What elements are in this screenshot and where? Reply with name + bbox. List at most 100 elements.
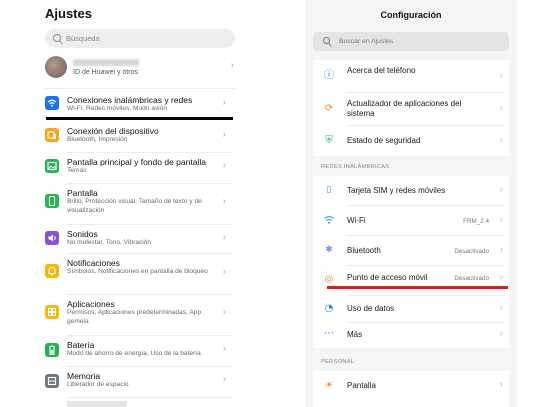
- section-header-personal: PERSONAL: [321, 359, 355, 365]
- settings-item-label: Más: [347, 330, 363, 339]
- settings-item-label: Conexión del dispositivo: [67, 126, 159, 136]
- settings-item-wifi[interactable]: Wi-Fi FRM_2.4 ›: [313, 206, 509, 234]
- search-placeholder: Buscar en Ajustes: [339, 37, 394, 45]
- divider: [45, 88, 235, 89]
- chevron-right-icon: ›: [222, 374, 226, 385]
- wifi-icon: [45, 96, 59, 110]
- settings-item-sub: No molestar, Tono, Vibración: [67, 239, 152, 246]
- search-placeholder: Búsqueda: [66, 34, 100, 43]
- chevron-right-icon: ›: [499, 135, 503, 146]
- settings-item-label: Pantalla: [67, 188, 98, 198]
- settings-item-label: Tarjeta SIM y redes móviles: [347, 186, 446, 195]
- settings-item-hotspot[interactable]: ◎ Punto de acceso móvil Desactivado ›: [313, 266, 509, 294]
- chevron-right-icon: ›: [499, 328, 503, 339]
- settings-item-value: FRM_2.4: [463, 218, 489, 225]
- settings-item-sub: Modo de ahorro de energía, Uso de la bat…: [67, 350, 201, 357]
- settings-item-label: Punto de acceso móvil: [347, 273, 428, 282]
- settings-item-label: Uso de datos: [347, 304, 395, 313]
- settings-item-storage[interactable]: Memoria Liberador de espacio ›: [36, 370, 236, 396]
- settings-item-bluetooth[interactable]: ✱ Bluetooth Desactivado ›: [313, 236, 509, 264]
- divider: [67, 294, 232, 295]
- battery-icon: [45, 343, 59, 357]
- account-row[interactable]: ID de Huawei y otros ›: [45, 56, 235, 82]
- avatar: [45, 56, 67, 78]
- settings-item-label: Estado de seguridad: [347, 136, 421, 145]
- sim-icon: ▯: [326, 185, 332, 195]
- settings-item-label: Wi-Fi: [347, 216, 366, 225]
- settings-card-system: ⓘ Acerca del teléfono › ⟳ Actualizador d…: [313, 60, 509, 156]
- wifi-icon: [323, 214, 335, 226]
- settings-card-wireless: ▯ Tarjeta SIM y redes móviles › Wi-Fi FR…: [313, 176, 509, 348]
- settings-item-system-updater[interactable]: ⟳ Actualizador de aplicaciones del siste…: [313, 93, 509, 125]
- speaker-icon: [45, 231, 59, 245]
- data-usage-icon: ◔: [324, 303, 334, 314]
- highlight-underline-red: [327, 286, 508, 289]
- settings-item-display[interactable]: ☀ Pantalla ›: [313, 371, 509, 399]
- storage-icon: [45, 374, 59, 388]
- settings-item-label: Aplicaciones: [67, 299, 115, 309]
- settings-item-value: Desactivado: [454, 275, 489, 282]
- settings-item-value: Desactivado: [454, 248, 489, 255]
- settings-item-about-phone[interactable]: ⓘ Acerca del teléfono ›: [313, 60, 509, 92]
- chevron-right-icon: ›: [499, 184, 503, 195]
- shield-icon: ⛨: [325, 135, 333, 146]
- page-title: Configuración: [380, 10, 442, 20]
- settings-item-battery[interactable]: Batería Modo de ahorro de energía, Uso d…: [36, 339, 236, 365]
- settings-item-sub: Brillo, Protección visual, Tamaño de tex…: [67, 198, 202, 214]
- settings-item-more[interactable]: ⋯ Más ›: [313, 323, 509, 348]
- apps-icon: [45, 305, 59, 319]
- settings-item-label: Pantalla: [347, 381, 376, 390]
- more-icon: ⋯: [324, 328, 334, 339]
- search-input[interactable]: Buscar en Ajustes: [313, 32, 509, 51]
- settings-item-label: Sonidos: [67, 229, 98, 239]
- update-icon: ⟳: [324, 103, 334, 114]
- divider: [67, 224, 232, 225]
- settings-item-label: Memoria: [67, 371, 101, 381]
- divider: [67, 253, 232, 254]
- chevron-right-icon: ›: [222, 97, 226, 108]
- settings-item-label: Bluetooth: [347, 246, 381, 255]
- settings-item-sub: Liberador de espacio: [67, 381, 129, 388]
- divider: [67, 366, 232, 367]
- divider: [67, 152, 232, 153]
- chevron-right-icon: ›: [499, 103, 503, 114]
- settings-item-display[interactable]: Pantalla Brillo, Protección visual, Tama…: [36, 187, 236, 223]
- settings-item-label: Acerca del teléfono: [347, 66, 416, 75]
- devices-icon: [45, 128, 59, 142]
- settings-item-data-usage[interactable]: ◔ Uso de datos ›: [313, 296, 509, 322]
- settings-item-home-screen[interactable]: Pantalla principal y fondo de pantalla T…: [36, 156, 236, 182]
- settings-item-label: Actualizador de aplicaciones del sistema: [347, 99, 462, 118]
- chevron-right-icon: ›: [499, 70, 503, 81]
- settings-item-sounds[interactable]: Sonidos No molestar, Tono, Vibración ›: [36, 228, 236, 252]
- settings-item-device-connection[interactable]: Conexión del dispositivo Bluetooth, Impr…: [36, 125, 236, 151]
- page-title: Ajustes: [45, 6, 92, 21]
- chevron-right-icon: ›: [222, 307, 226, 318]
- settings-item-sub: Permisos, Aplicaciones predeterminadas, …: [67, 309, 202, 325]
- settings-item-security-status[interactable]: ⛨ Estado de seguridad ›: [313, 126, 509, 156]
- settings-item-label: Pantalla principal y fondo de pantalla: [67, 157, 206, 167]
- image-icon: [45, 159, 59, 173]
- settings-panel-left: Ajustes Búsqueda ID de Huawei y otros › …: [36, 0, 236, 407]
- section-header-wireless: REDES INALÁMBRICAS: [321, 164, 390, 170]
- divider: [67, 335, 232, 336]
- settings-item-notifications[interactable]: Notificaciones Símbolos, Notificaciones …: [36, 257, 236, 293]
- account-name-redacted: [73, 59, 139, 66]
- settings-item-sub: Bluetooth, Impresión: [67, 136, 128, 143]
- chevron-right-icon: ›: [499, 214, 503, 225]
- chevron-right-icon: ›: [222, 160, 226, 171]
- divider: [67, 397, 232, 398]
- settings-card-personal: ☀ Pantalla ›: [313, 371, 509, 407]
- settings-item-apps[interactable]: Aplicaciones Permisos, Aplicaciones pred…: [36, 298, 236, 334]
- chevron-right-icon: ›: [499, 244, 503, 255]
- settings-item-sub: Temas: [67, 167, 87, 174]
- chevron-right-icon: ›: [499, 379, 503, 390]
- search-icon: [53, 34, 61, 42]
- settings-item-sub: Wi-Fi, Redes móviles, Modo avión: [67, 105, 168, 112]
- phone-icon: [45, 194, 59, 208]
- highlight-underline-black: [46, 117, 233, 120]
- hotspot-icon: ◎: [324, 274, 334, 285]
- settings-item-sub: Símbolos, Notificaciones en pantalla de …: [67, 268, 208, 275]
- settings-item-sim[interactable]: ▯ Tarjeta SIM y redes móviles ›: [313, 176, 509, 204]
- info-icon: ⓘ: [324, 70, 334, 81]
- search-input[interactable]: Búsqueda: [45, 29, 235, 48]
